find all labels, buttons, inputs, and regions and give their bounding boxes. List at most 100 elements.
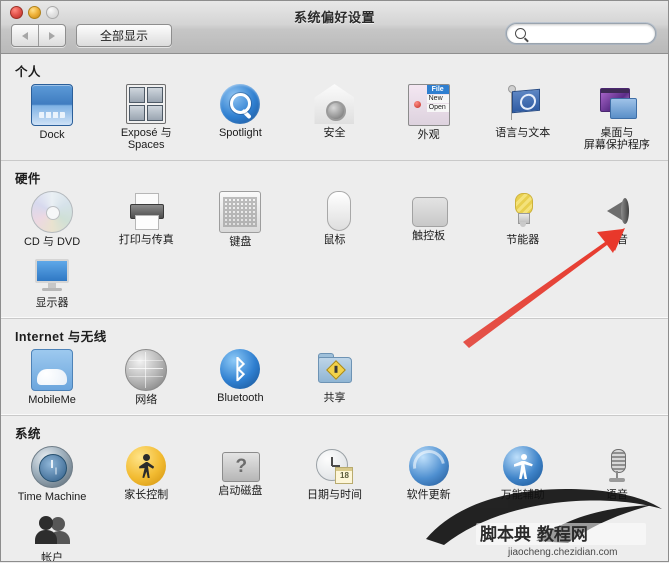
print-fax-icon [126,191,166,231]
pref-label: 节能器 [506,234,540,246]
pref-item-keyboard[interactable]: 键盘 [193,189,287,252]
section-hardware: 硬件 CD 与 DVD 打印与传真 键盘 鼠标 触控板 节能器 声音 显示器 [1,160,668,318]
pref-grid-hardware: CD 与 DVD 打印与传真 键盘 鼠标 触控板 节能器 声音 显示器 [1,189,668,318]
pref-item-sharing[interactable]: 共享 [287,347,381,410]
keyboard-icon [219,191,262,233]
speech-icon [597,446,637,486]
pref-item-print-fax[interactable]: 打印与传真 [99,189,193,252]
pref-label: 网络 [135,394,158,406]
pref-item-language-text[interactable]: 语言与文本 [476,82,570,155]
section-internet-wireless: Internet 与无线 MobileMe 网络 ᛒ Bluetooth 共享 [1,318,668,415]
pref-item-appearance[interactable]: File New Open 外观 [382,82,476,155]
pref-item-mouse[interactable]: 鼠标 [287,189,381,252]
pref-label: 软件更新 [406,489,451,501]
pref-item-spotlight[interactable]: Spotlight [193,82,287,155]
pref-item-mobileme[interactable]: MobileMe [5,347,99,410]
pref-item-speech[interactable]: 语音 [570,444,664,507]
pref-label: Time Machine [17,491,87,503]
pref-label: 共享 [323,392,346,404]
startup-disk-icon [222,452,261,482]
dock-icon [31,84,74,126]
accounts-icon [32,509,72,549]
pref-label: Exposé 与 Spaces [120,127,172,151]
energy-saver-icon [503,191,543,231]
pref-item-security[interactable]: 安全 [287,82,381,155]
displays-icon [32,254,72,294]
cd-dvd-icon [31,191,74,233]
pref-label: 鼠标 [323,234,346,246]
expose-spaces-icon [126,84,167,124]
pref-item-software-update[interactable]: 软件更新 [382,444,476,507]
pref-label: 启动磁盘 [218,485,263,497]
pref-item-sound[interactable]: 声音 [570,189,664,252]
window-titlebar: 系统偏好设置 全部显示 [1,1,668,54]
forward-button[interactable] [39,25,65,46]
pref-item-cd-dvd[interactable]: CD 与 DVD [5,189,99,252]
pref-item-date-time[interactable]: 日期与时间 [287,444,381,507]
pref-grid-internet-wireless: MobileMe 网络 ᛒ Bluetooth 共享 [1,347,668,415]
pref-item-displays[interactable]: 显示器 [5,252,99,313]
pref-label: 语言与文本 [495,127,551,139]
pref-item-energy-saver[interactable]: 节能器 [476,189,570,252]
section-title-system: 系统 [15,427,41,441]
pref-label: 显示器 [35,297,69,309]
pref-item-network[interactable]: 网络 [99,347,193,410]
pref-item-bluetooth[interactable]: ᛒ Bluetooth [193,347,287,410]
bluetooth-icon: ᛒ [220,349,261,389]
pref-item-accounts[interactable]: 帐户 [5,507,99,561]
pref-label: 帐户 [41,552,64,561]
mobileme-icon [31,349,74,391]
pref-label: 桌面与 屏幕保护程序 [583,127,650,151]
pref-item-dock[interactable]: Dock [5,82,99,155]
navigation-segmented-control[interactable] [11,24,66,47]
section-title-internet-wireless: Internet 与无线 [15,330,107,344]
pref-label: Bluetooth [217,392,264,404]
pref-grid-spacer [570,347,664,410]
spotlight-icon [220,84,261,124]
pref-grid-spacer [476,347,570,410]
pref-item-trackpad[interactable]: 触控板 [382,189,476,252]
parental-controls-icon [126,446,167,486]
network-icon [125,349,168,391]
pref-label: MobileMe [28,394,76,406]
mouse-icon [326,191,351,231]
pref-item-desktop-screensaver[interactable]: 桌面与 屏幕保护程序 [570,82,664,155]
pref-grid-personal: Dock Exposé 与 Spaces Spotlight 安全 File Ne… [1,82,668,160]
software-update-icon [408,446,449,486]
section-system: 系统 Time Machine 家长控制 启动磁盘 [1,415,668,561]
chevron-right-icon [49,31,55,40]
desktop-screensaver-icon [597,84,637,124]
system-preferences-window: 系统偏好设置 全部显示 个人 Dock Exposé 与 Spaces Spot… [0,0,669,562]
show-all-button[interactable]: 全部显示 [76,24,172,47]
pref-label: 安全 [323,127,346,139]
pref-item-universal-access[interactable]: 万能辅助 [476,444,570,507]
section-personal: 个人 Dock Exposé 与 Spaces Spotlight 安全 Fil… [1,54,668,160]
search-icon [515,28,526,39]
toolbar: 全部显示 [11,24,172,47]
language-text-icon [503,84,543,124]
time-machine-icon [31,446,74,488]
pref-label: 万能辅助 [500,489,545,501]
pref-label: 打印与传真 [118,234,174,246]
section-title-personal: 个人 [15,65,41,79]
pref-item-time-machine[interactable]: Time Machine [5,444,99,507]
pref-label: CD 与 DVD [23,236,81,248]
pref-label: 外观 [417,129,440,141]
pref-item-parental-controls[interactable]: 家长控制 [99,444,193,507]
pref-label: 语音 [605,489,628,501]
security-icon [314,84,355,124]
sound-icon [597,191,637,231]
trackpad-icon [412,197,449,227]
search-field[interactable] [506,23,656,44]
pref-label: 日期与时间 [306,489,362,501]
back-button[interactable] [12,25,39,46]
date-time-icon [314,446,354,486]
search-input[interactable] [531,26,647,41]
pref-item-expose-spaces[interactable]: Exposé 与 Spaces [99,82,193,155]
universal-access-icon [502,446,543,486]
pref-item-startup-disk[interactable]: 启动磁盘 [193,444,287,507]
preferences-content: 个人 Dock Exposé 与 Spaces Spotlight 安全 Fil… [1,54,668,561]
pref-label: Dock [39,129,65,141]
pref-grid-spacer [382,347,476,410]
pref-label: 声音 [605,234,628,246]
